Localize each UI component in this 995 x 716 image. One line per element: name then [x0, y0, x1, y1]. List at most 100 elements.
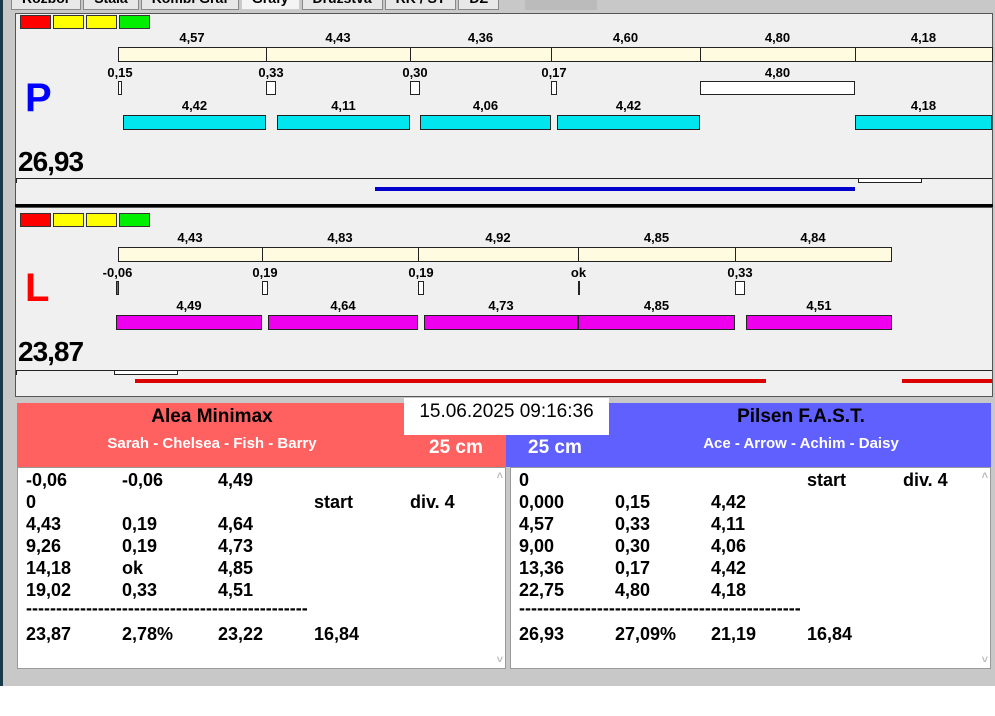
list-cell: 9,00 — [519, 536, 555, 556]
list-cell: 9,26 — [26, 536, 62, 556]
list-row: 0 start div. 4 — [26, 492, 486, 514]
run-label: 4,42 — [181, 98, 208, 113]
list-cell: 4,43 — [26, 514, 62, 534]
team-name: Alea Minimax — [151, 406, 273, 427]
run-bar — [746, 315, 892, 330]
results-list-left[interactable]: -0,06 -0,06 4,49 0 start div. 4 4,43 0,19 4,64 9,… — [17, 467, 506, 669]
run-bar — [116, 315, 262, 330]
scroll-up-icon[interactable]: ˄ — [497, 470, 503, 482]
reaction-box — [410, 81, 420, 95]
split-label: 4,83 — [327, 230, 353, 245]
list-cell: 4,85 — [218, 558, 254, 578]
tab-4[interactable]: Družstva — [301, 0, 383, 10]
reaction-label: 0,17 — [541, 65, 567, 80]
list-row: 9,26 0,19 4,73 — [26, 536, 486, 558]
split-label: 4,85 — [643, 230, 670, 245]
light-0 — [20, 15, 51, 29]
list-cell: div. 4 — [903, 470, 948, 490]
run-label: 4,64 — [330, 298, 356, 313]
list-cell: ok — [122, 558, 144, 578]
total-cell: 23,22 — [218, 624, 264, 644]
run-bar — [123, 115, 266, 130]
list-cell: 0,17 — [615, 558, 651, 578]
tab-0[interactable]: Rozbor — [11, 0, 82, 10]
tab-2[interactable]: Kombi Graf — [140, 0, 239, 10]
split-label: 4,57 — [179, 30, 205, 45]
split-label: 4,60 — [612, 30, 639, 45]
scroll-up-icon[interactable]: ˄ — [982, 470, 988, 482]
split-bar — [551, 47, 701, 62]
separator: ----------------------------------------… — [519, 598, 801, 618]
run-bar — [420, 115, 551, 130]
split-bar — [578, 247, 736, 262]
lane-l: 4,43 4,83 4,92 4,85 4,84 -0,06 0,19 0,19 ok 0,33 4… — [15, 207, 993, 397]
list-cell: 4,57 — [519, 514, 555, 534]
list-cell: 4,11 — [711, 514, 746, 534]
track-line — [16, 178, 992, 179]
run-bar — [557, 115, 700, 130]
list-cell: 4,42 — [711, 492, 747, 512]
split-bar — [735, 247, 892, 262]
light-1 — [53, 213, 84, 227]
split-bar — [118, 47, 267, 62]
lane-letter: P — [25, 76, 52, 120]
list-cell: 4,42 — [711, 558, 747, 578]
reaction-label: 0,30 — [402, 65, 428, 80]
lane-p: 4,57 4,43 4,36 4,60 4,80 4,18 0,15 0,33 0,30 0,17… — [15, 13, 993, 205]
run-label: 4,51 — [806, 298, 832, 313]
list-row: 0,000 0,15 4,42 — [519, 492, 979, 514]
run-bar — [424, 315, 578, 330]
reaction-box — [700, 81, 855, 95]
results-list-right[interactable]: 0 start div. 4 0,000 0,15 4,42 4,57 0,33 4,11 9,0… — [510, 467, 991, 669]
reaction-label: 0,33 — [258, 65, 284, 80]
app-window: RozborStalaKombi GrafGrafyDružstvaRK / S… — [0, 0, 995, 686]
scroll-down-icon[interactable]: ˅ — [497, 654, 503, 666]
split-label: 4,43 — [177, 230, 203, 245]
datetime: 15.06.2025 09:16:36 — [404, 398, 609, 435]
split-label: 4,84 — [800, 230, 826, 245]
list-cell: 13,36 — [519, 558, 565, 578]
split-bar — [410, 47, 552, 62]
split-bar — [266, 47, 411, 62]
reaction-label: 0,19 — [408, 265, 434, 280]
list-cell: 14,18 — [26, 558, 72, 578]
reaction-label: -0,06 — [102, 265, 133, 280]
reaction-label: 0,33 — [727, 265, 753, 280]
split-label: 4,92 — [485, 230, 511, 245]
list-cell: 0,19 — [122, 514, 158, 534]
total-cell: 27,09% — [615, 624, 677, 644]
light-3 — [119, 15, 150, 29]
light-3 — [119, 213, 150, 227]
totals-row: 26,93 27,09% 21,19 16,84 — [519, 624, 979, 646]
split-bar — [262, 247, 419, 262]
tab-bar-filler — [525, 0, 597, 10]
team-members: Ace - Arrow - Achim - Daisy — [703, 435, 899, 452]
split-bar — [855, 47, 993, 62]
run-label: 4,06 — [472, 98, 499, 113]
reaction-box — [578, 281, 580, 295]
progress-bar — [375, 187, 855, 191]
reaction-box — [116, 281, 119, 295]
scroll-down-icon[interactable]: ˅ — [982, 654, 988, 666]
track-marker — [858, 178, 922, 183]
list-row: 0 start div. 4 — [519, 470, 979, 492]
list-cell: 4,64 — [218, 514, 254, 534]
tab-bar: RozborStalaKombi GrafGrafyDružstvaRK / S… — [11, 0, 500, 10]
run-bar — [578, 315, 735, 330]
light-2 — [86, 213, 117, 227]
list-cell: 0,15 — [615, 492, 651, 512]
list-row: 4,57 0,33 4,11 — [519, 514, 979, 536]
reaction-box — [418, 281, 424, 295]
tab-3[interactable]: Grafy — [240, 0, 300, 10]
split-bar — [700, 47, 856, 62]
tab-5[interactable]: RK / ST — [384, 0, 457, 10]
list-cell: start — [807, 470, 847, 490]
totals-row: 23,87 2,78% 23,22 16,84 — [26, 624, 486, 646]
tab-1[interactable]: Stala — [83, 0, 139, 10]
reaction-box — [262, 281, 268, 295]
distance: 25 cm — [528, 437, 582, 458]
lane-score: 23,87 — [18, 336, 84, 367]
split-bar — [118, 247, 263, 262]
tab-6[interactable]: DZ — [458, 0, 500, 10]
list-cell: 0,000 — [519, 492, 565, 512]
